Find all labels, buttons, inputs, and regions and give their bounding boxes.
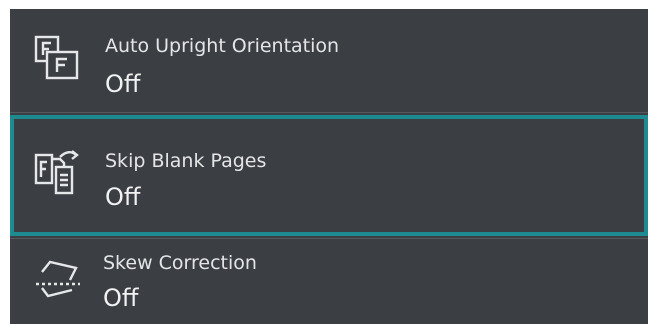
skew-correction-icon (30, 250, 86, 306)
skip-blank-pages-label: Skip Blank Pages (105, 150, 267, 172)
skip-blank-pages-icon (30, 145, 86, 201)
skew-correction-value: Off (103, 284, 139, 312)
settings-panel: Auto Upright Orientation Off Skip Blank … (10, 9, 648, 324)
auto-upright-orientation-icon (30, 31, 86, 87)
skew-correction-label: Skew Correction (103, 252, 257, 274)
auto-upright-orientation-label: Auto Upright Orientation (105, 35, 340, 57)
divider (10, 112, 648, 113)
auto-upright-orientation-value: Off (105, 70, 141, 98)
skew-correction-item[interactable]: Skew Correction Off (10, 240, 648, 324)
skip-blank-pages-item[interactable]: Skip Blank Pages Off (10, 115, 648, 236)
divider (10, 238, 648, 239)
skip-blank-pages-value: Off (105, 183, 141, 211)
auto-upright-orientation-item[interactable]: Auto Upright Orientation Off (10, 9, 648, 111)
